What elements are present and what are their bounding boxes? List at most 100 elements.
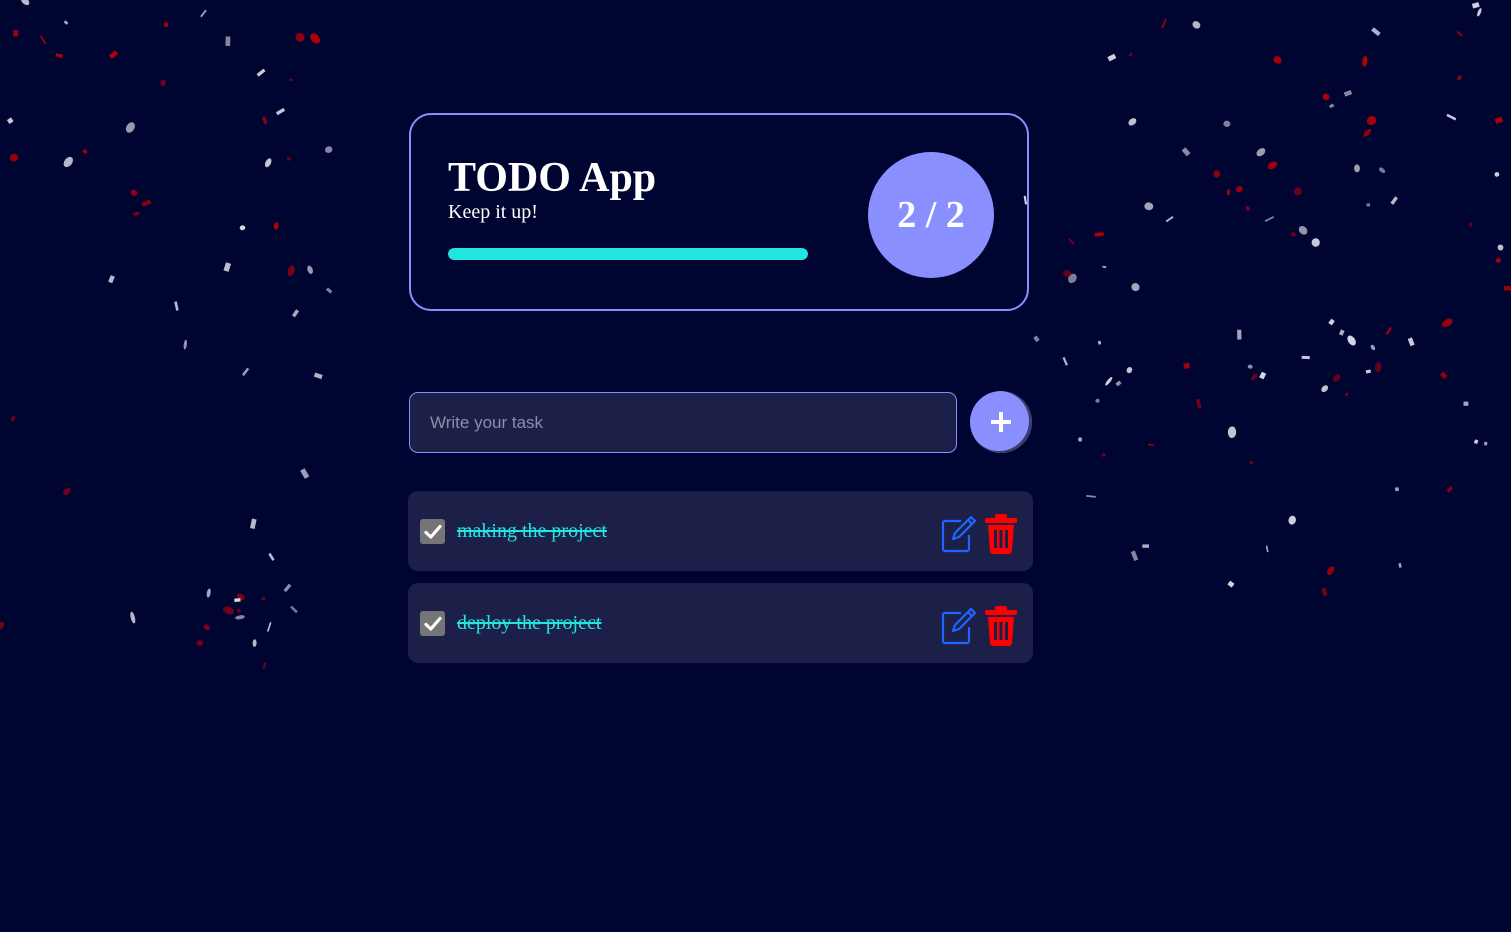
confetti-piece — [287, 265, 295, 277]
confetti-piece — [63, 156, 73, 168]
confetti-piece — [1322, 93, 1330, 101]
confetti-piece — [10, 416, 15, 422]
confetti-piece — [1094, 232, 1104, 237]
confetti-piece — [264, 158, 272, 168]
confetti-piece — [1227, 580, 1235, 588]
confetti-piece — [1365, 369, 1372, 374]
confetti-piece — [236, 593, 245, 601]
confetti-piece — [1347, 335, 1356, 346]
confetti-piece — [310, 33, 321, 44]
confetti-piece — [1128, 118, 1137, 126]
confetti-piece — [252, 639, 257, 647]
confetti-piece — [1161, 18, 1167, 29]
confetti-piece — [325, 287, 333, 294]
trash-icon — [985, 514, 1017, 554]
task-input[interactable] — [409, 392, 957, 453]
confetti-piece — [174, 301, 179, 311]
edit-task-button[interactable] — [941, 515, 977, 553]
confetti-piece — [1237, 329, 1242, 340]
confetti-piece — [1440, 371, 1448, 380]
confetti-piece — [286, 156, 292, 161]
confetti-piece — [1471, 2, 1480, 9]
confetti-piece — [1213, 170, 1221, 178]
confetti-piece — [324, 146, 333, 153]
confetti-piece — [290, 605, 298, 614]
confetti-piece — [1226, 189, 1231, 196]
confetti-piece — [1147, 443, 1155, 447]
task-item: deploy the project — [408, 583, 1033, 663]
edit-task-button[interactable] — [941, 607, 977, 645]
confetti-piece — [183, 339, 188, 350]
confetti-piece — [1102, 265, 1107, 269]
confetti-piece — [163, 22, 169, 27]
app-title: TODO App — [448, 155, 657, 201]
confetti-piece — [223, 262, 232, 272]
confetti-piece — [300, 468, 310, 479]
progress-bar — [448, 248, 808, 260]
confetti-piece — [1328, 318, 1335, 326]
confetti-piece — [1363, 129, 1372, 137]
confetti-piece — [1126, 367, 1133, 374]
completion-counter: 2 / 2 — [868, 152, 994, 278]
confetti-piece — [261, 596, 266, 601]
confetti-piece — [256, 68, 266, 77]
confetti-piece — [1245, 205, 1250, 211]
confetti-piece — [108, 275, 115, 284]
confetti-piece — [1131, 283, 1140, 292]
confetti-piece — [160, 79, 166, 87]
confetti-piece — [1107, 53, 1117, 62]
confetti-piece — [1343, 89, 1353, 97]
pencil-square-icon — [941, 607, 977, 645]
todo-app-page: TODO App Keep it up! 2 / 2 making the pr… — [0, 0, 1511, 932]
confetti-piece — [1298, 225, 1308, 235]
confetti-piece — [20, 0, 30, 6]
confetti-piece — [125, 122, 135, 133]
confetti-piece — [0, 621, 5, 631]
confetti-piece — [1390, 196, 1399, 205]
confetti-piece — [275, 107, 286, 116]
confetti-piece — [1086, 494, 1096, 498]
confetti-piece — [1251, 373, 1258, 381]
add-task-button[interactable] — [970, 391, 1032, 453]
confetti-piece — [1473, 439, 1479, 445]
confetti-piece — [1033, 335, 1040, 343]
confetti-piece — [82, 148, 88, 155]
confetti-piece — [1354, 164, 1360, 173]
confetti-piece — [1407, 337, 1415, 347]
confetti-piece — [241, 367, 250, 377]
confetti-piece — [268, 552, 275, 561]
delete-task-button[interactable] — [984, 606, 1018, 646]
confetti-piece — [225, 36, 231, 47]
confetti-piece — [1344, 392, 1349, 397]
confetti-piece — [1456, 74, 1463, 81]
confetti-piece — [1362, 55, 1368, 67]
confetti-piece — [203, 624, 211, 631]
confetti-piece — [109, 50, 119, 59]
confetti-piece — [249, 518, 257, 529]
confetti-piece — [1259, 371, 1267, 380]
confetti-piece — [1063, 270, 1072, 278]
confetti-piece — [1291, 232, 1296, 237]
confetti-piece — [1256, 148, 1266, 157]
confetti-piece — [1484, 441, 1488, 446]
confetti-piece — [1227, 426, 1237, 438]
confetti-piece — [1062, 356, 1068, 366]
confetti-piece — [200, 9, 207, 18]
confetti-piece — [1095, 398, 1100, 403]
confetti-piece — [1249, 460, 1253, 465]
confetti-piece — [266, 622, 272, 632]
confetti-piece — [1077, 437, 1083, 442]
confetti-piece — [295, 32, 305, 42]
confetti-piece — [1195, 398, 1202, 409]
delete-task-button[interactable] — [984, 514, 1018, 554]
task-checkbox[interactable] — [420, 519, 445, 544]
confetti-piece — [1374, 362, 1382, 373]
task-checkbox[interactable] — [420, 611, 445, 636]
confetti-piece — [235, 615, 245, 620]
confetti-piece — [13, 30, 19, 37]
confetti-piece — [313, 372, 323, 380]
confetti-piece — [1468, 222, 1473, 227]
confetti-piece — [1394, 487, 1400, 492]
confetti-piece — [55, 53, 64, 58]
checkmark-icon — [423, 524, 442, 539]
